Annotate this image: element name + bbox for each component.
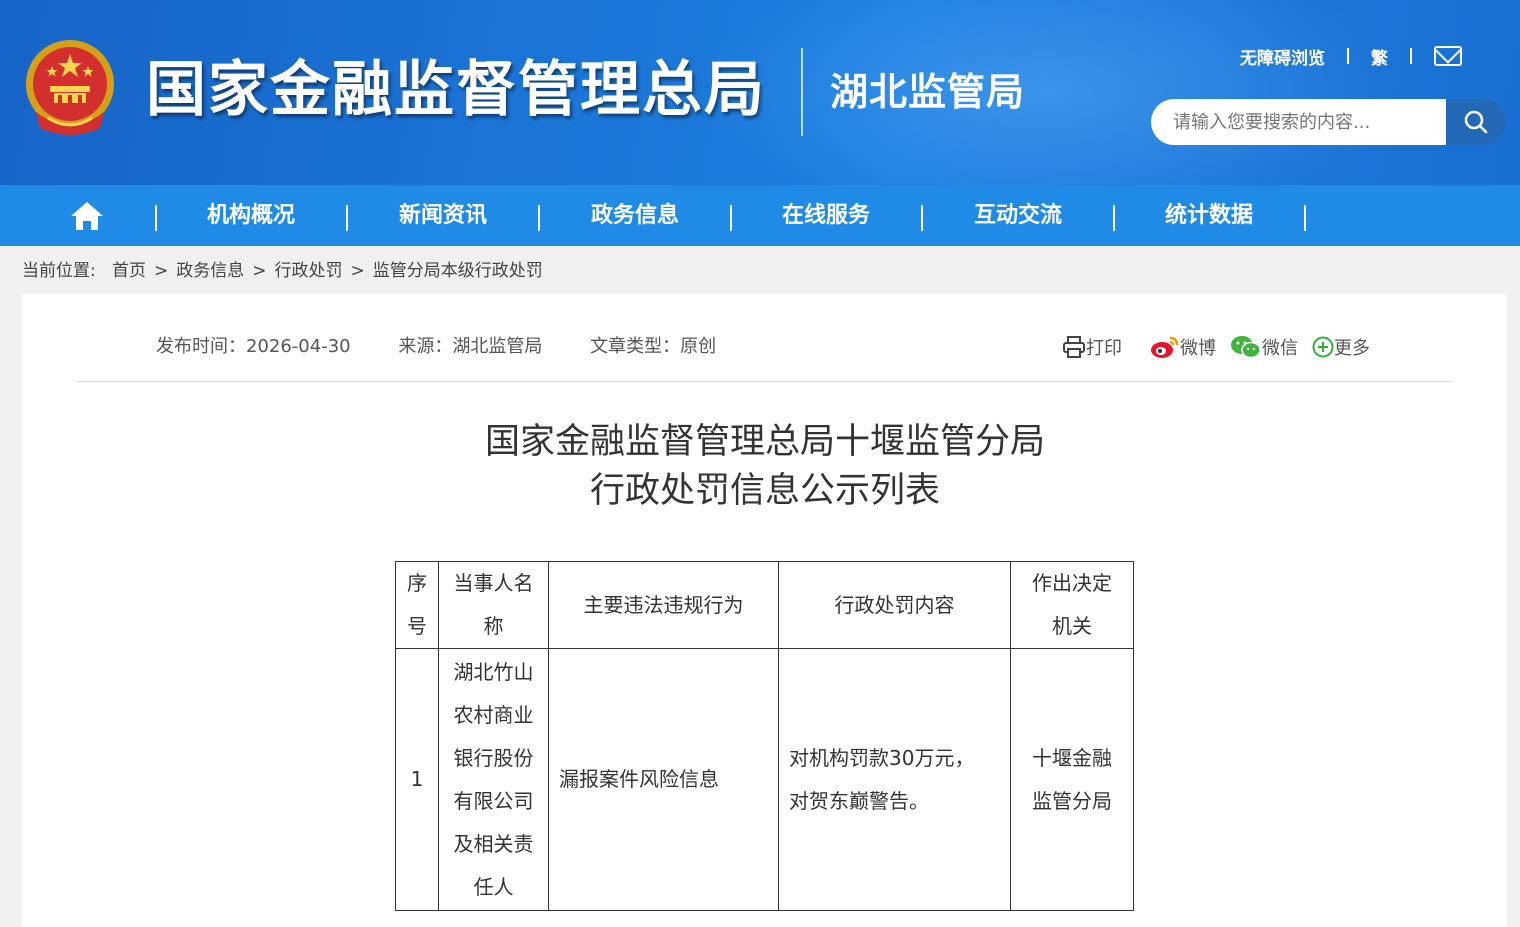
header-org-line: 作出决定 [1032,571,1112,595]
header-seq: 序 号 [395,561,439,649]
cell-party-line: 银行股份 [453,745,534,770]
link-separator [1347,48,1349,64]
article-source: 来源：湖北监管局 [398,336,543,357]
table-header-row: 序 号 当事人名 称 主要违法违规行为 行政处罚内容 作出决定 机关 [395,561,1134,649]
header-party: 当事人名 称 [438,561,549,649]
nav-item-statistics[interactable]: 统计数据 [1114,185,1304,246]
table-row: 1 湖北竹山 农村商业 银行股份 有限公司 及相关责 任人 漏报案件风险信息 对… [395,648,1134,911]
cell-org-line: 监管分局 [1032,788,1112,813]
nav-divider [1113,205,1115,231]
document-title-line1: 国家金融监督管理总局十堰监管分局 [484,422,1045,462]
cell-org: 十堰金融 监管分局 [1010,648,1134,911]
weibo-icon [1151,336,1179,358]
org-title: 国家金融监督管理总局 [146,55,766,125]
main-nav: 机构概况 新闻资讯 政务信息 在线服务 互动交流 统计数据 [0,185,1520,246]
print-button[interactable]: 打印 [1062,334,1122,360]
cell-org-line: 十堰金融 [1032,745,1112,770]
search-input[interactable] [1151,99,1447,145]
article-meta: 发布时间：2026-04-30 来源：湖北监管局 文章类型：原创 [156,334,758,360]
nav-item-interaction[interactable]: 互动交流 [923,185,1113,246]
home-icon [71,202,103,230]
header-party-line: 称 [483,614,504,638]
cell-party: 湖北竹山 农村商业 银行股份 有限公司 及相关责 任人 [438,648,549,911]
nav-item-news[interactable]: 新闻资讯 [348,185,538,246]
cell-penalty-line: 对贺东巅警告。 [789,788,929,813]
nav-divider [730,205,732,231]
cell-party-line: 农村商业 [453,702,534,727]
sub-title: 湖北监管局 [830,70,1026,114]
search-icon [1464,110,1488,134]
header-violation: 主要违法违规行为 [548,561,779,649]
breadcrumb-prefix: 当前位置: [22,261,96,281]
nav-divider [538,205,540,231]
breadcrumb-penalty[interactable]: 行政处罚 [274,261,342,281]
header-party-line: 当事人名 [453,571,534,595]
document-title-line2: 行政处罚信息公示列表 [589,471,940,511]
nav-divider [921,205,923,231]
header-seq-line: 序 [407,571,427,595]
accessible-browse-link[interactable]: 无障碍浏览 [1240,44,1325,69]
breadcrumb: 当前位置: 首页 > 政务信息 > 行政处罚 > 监管分局本级行政处罚 [22,258,543,284]
cell-party-line: 及相关责 [453,831,534,856]
breadcrumb-separator: > [252,261,267,281]
print-label: 打印 [1086,338,1122,359]
nav-divider [1304,205,1306,231]
nav-divider [155,205,157,231]
breadcrumb-current[interactable]: 监管分局本级行政处罚 [373,261,543,281]
header-org-line: 机关 [1052,614,1092,638]
cell-penalty: 对机构罚款30万元， 对贺东巅警告。 [778,648,1011,911]
nav-item-government-info[interactable]: 政务信息 [540,185,730,246]
weibo-share-button[interactable]: 微博 [1150,334,1216,360]
meta-divider [76,381,1453,382]
plus-circle-icon [1312,336,1334,358]
more-share-button[interactable]: 更多 [1312,334,1370,360]
cell-party-line: 湖北竹山 [453,659,534,684]
national-emblem-icon [26,40,114,135]
wechat-label: 微信 [1262,338,1298,359]
header-glow [700,0,1400,185]
more-label: 更多 [1334,338,1370,359]
printer-icon [1063,336,1085,358]
search-button[interactable] [1446,99,1506,145]
header-org: 作出决定 机关 [1010,561,1134,649]
link-separator [1410,48,1412,64]
cell-party-line: 任人 [473,874,514,899]
site-header: 国家金融监督管理总局 湖北监管局 无障碍浏览 繁 [0,0,1520,185]
title-divider [801,48,803,136]
publish-time: 发布时间：2026-04-30 [156,336,351,357]
share-bar: 打印 微博 微信 更多 [1062,332,1384,362]
wechat-share-button[interactable]: 微信 [1230,334,1298,360]
cell-party-line: 有限公司 [453,788,534,813]
breadcrumb-government-info[interactable]: 政务信息 [176,261,244,281]
weibo-label: 微博 [1180,338,1216,359]
breadcrumb-separator: > [350,261,365,281]
nav-item-online-service[interactable]: 在线服务 [731,185,921,246]
header-penalty: 行政处罚内容 [778,561,1011,649]
article-type: 文章类型：原创 [590,336,717,357]
traditional-chinese-link[interactable]: 繁 [1371,44,1388,69]
header-seq-line: 号 [407,614,427,638]
nav-home[interactable] [62,197,112,235]
wechat-icon [1231,336,1261,359]
nav-item-about[interactable]: 机构概况 [156,185,346,246]
cell-penalty-line: 对机构罚款30万元， [789,745,975,770]
breadcrumb-home[interactable]: 首页 [112,261,146,281]
top-links: 无障碍浏览 繁 [1240,42,1462,70]
cell-seq: 1 [395,648,439,911]
mail-icon[interactable] [1434,46,1462,66]
penalty-table: 序 号 当事人名 称 主要违法违规行为 行政处罚内容 作出决定 机关 1 湖北竹… [395,561,1134,911]
breadcrumb-separator: > [153,261,169,281]
nav-divider [346,205,348,231]
cell-violation: 漏报案件风险信息 [548,648,779,911]
